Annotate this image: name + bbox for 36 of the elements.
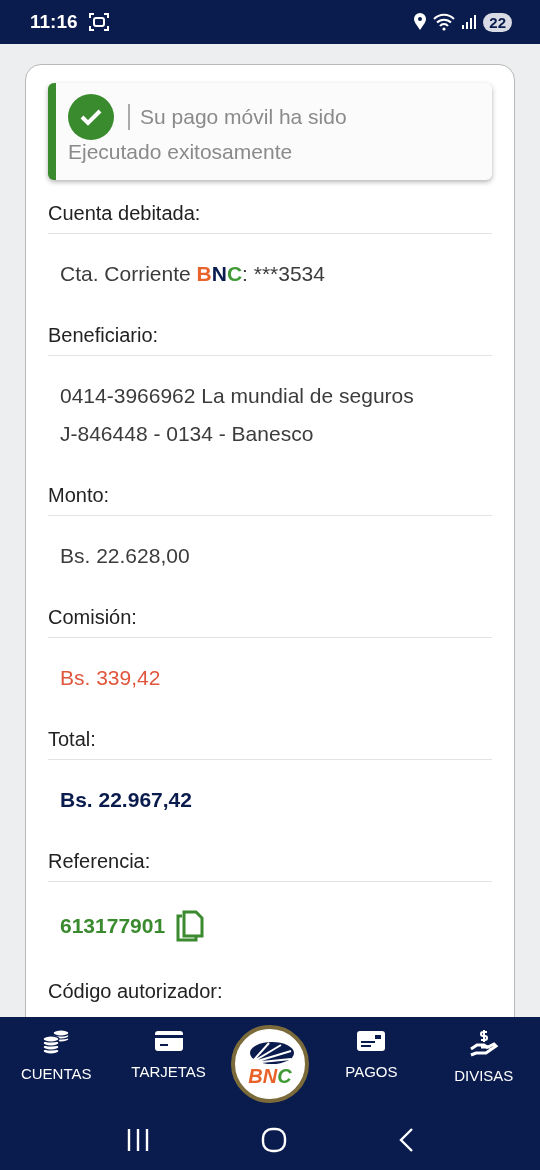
field-label: Monto: xyxy=(48,484,492,516)
nav-tab[interactable]: DIVISAS xyxy=(433,1025,534,1109)
screenshot-icon xyxy=(87,12,110,32)
field-value: Bs. 22.628,00 xyxy=(60,544,191,568)
battery-level: 22 xyxy=(483,12,512,32)
credit-card-icon xyxy=(153,1029,184,1053)
coins-icon xyxy=(41,1029,72,1055)
home-icon[interactable] xyxy=(261,1126,287,1153)
signal-icon xyxy=(461,14,478,30)
alert-title: Su pago móvil ha sido xyxy=(140,105,347,129)
copy-icon[interactable] xyxy=(175,910,206,942)
reference-number: 613177901 xyxy=(60,914,166,938)
field-value: Cta. Corriente BNC: ***3534 xyxy=(60,262,326,286)
check-icon xyxy=(68,94,114,140)
logo-button[interactable]: BNC xyxy=(230,1025,309,1103)
field-label: Total: xyxy=(48,728,492,760)
nav-tab[interactable]: CUENTAS xyxy=(6,1025,107,1109)
field-label: Cuenta debitada: xyxy=(48,202,492,234)
field-label: Código autorizador: xyxy=(48,980,224,1004)
id-card-icon xyxy=(356,1029,387,1053)
hand-dollar-icon xyxy=(468,1029,499,1057)
back-icon[interactable] xyxy=(398,1126,415,1153)
field-label: Referencia: xyxy=(48,850,492,882)
nav-tab[interactable]: PAGOS xyxy=(321,1025,422,1109)
total-value: Bs. 22.967,42 xyxy=(60,788,193,812)
location-icon xyxy=(413,13,428,31)
fee-value: Bs. 339,42 xyxy=(60,666,162,690)
clock: 11:16 xyxy=(30,11,78,33)
alert-message: Ejecutado exitosamente xyxy=(68,140,294,164)
recent-apps-icon[interactable] xyxy=(125,1127,150,1152)
field-label: Comisión: xyxy=(48,606,492,638)
field-value: J-846448 - 0134 - Banesco xyxy=(60,422,315,446)
field-label: Beneficiario: xyxy=(48,324,492,356)
nav-tab[interactable]: TARJETAS xyxy=(118,1025,219,1109)
field-value: 0414-3966962 La mundial de seguros xyxy=(60,384,415,408)
wifi-icon xyxy=(433,13,456,31)
